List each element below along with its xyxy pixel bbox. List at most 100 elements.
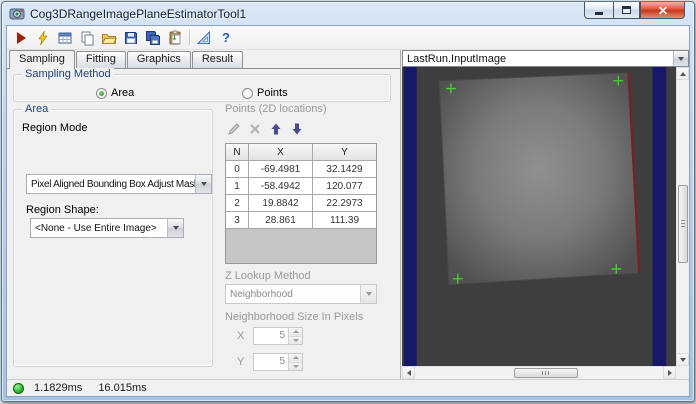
table-row: 1 -58.4942 120.077 — [226, 178, 376, 195]
spinner-down-icon — [292, 338, 299, 342]
scrollbar-corner — [676, 366, 689, 379]
tab-result[interactable]: Result — [191, 51, 244, 68]
points-table: N X Y 0 -69.4981 32.1429 1 -58.4942 120.… — [225, 143, 377, 264]
tab-fitting[interactable]: Fitting — [75, 51, 126, 68]
region-shape-value: <None - Use Entire Image> — [35, 222, 157, 234]
region-shape-combo[interactable]: <None - Use Entire Image> — [30, 218, 184, 238]
display-selection-combo[interactable]: LastRun.InputImage — [402, 50, 689, 67]
image-display-area — [402, 67, 689, 379]
tab-strip: Sampling Fitting Graphics Result — [7, 50, 400, 69]
electric-run-button[interactable] — [32, 27, 54, 48]
minimize-button[interactable] — [584, 2, 613, 19]
neighborhood-y-label: Y — [237, 356, 245, 368]
window-title: Cog3DRangeImagePlaneEstimatorTool1 — [30, 6, 247, 21]
region-mode-combo[interactable]: Pixel Aligned Bounding Box Adjust Mask — [26, 174, 212, 194]
arrow-up-icon — [271, 123, 281, 135]
table-row: 2 19.8842 22.2973 — [226, 195, 376, 212]
cell-n: 0 — [226, 161, 249, 178]
neighborhood-x-stepper: 5 — [253, 327, 303, 345]
region-shape-label: Region Shape: — [26, 204, 99, 216]
cell-n: 1 — [226, 178, 249, 195]
results-grid-icon — [58, 32, 72, 43]
save-all-button[interactable] — [142, 27, 164, 48]
close-icon — [658, 5, 667, 15]
region-mode-value: Pixel Aligned Bounding Box Adjust Mask — [31, 178, 195, 190]
copy-button[interactable] — [76, 27, 98, 48]
scroll-down-icon — [679, 357, 686, 362]
measure-ruler-icon — [196, 30, 210, 44]
table-empty-area — [226, 229, 376, 263]
cell-y: 22.2973 — [313, 195, 376, 212]
measure-button[interactable] — [193, 27, 215, 48]
paste-button[interactable] — [164, 27, 186, 48]
cell-x: -69.4981 — [249, 161, 313, 178]
minimize-icon — [595, 12, 603, 15]
horizontal-scroll-thumb[interactable] — [514, 368, 578, 378]
neighborhood-x-label: X — [237, 330, 245, 342]
col-header-n: N — [226, 144, 249, 161]
stepper-buttons — [288, 328, 302, 344]
cell-n: 3 — [226, 212, 249, 229]
sampling-method-group-label: Sampling Method — [22, 68, 114, 80]
range-image-viewport[interactable] — [402, 67, 676, 366]
close-button[interactable] — [640, 2, 685, 19]
maximize-button[interactable] — [613, 2, 640, 19]
points-group-label: Points (2D locations) — [225, 103, 327, 115]
region-mode-dropdown-button[interactable] — [195, 175, 211, 193]
open-button[interactable] — [98, 27, 120, 48]
titlebar[interactable]: Cog3DRangeImagePlaneEstimatorTool1 — [2, 2, 694, 25]
table-row: 0 -69.4981 32.1429 — [226, 161, 376, 178]
app-window: Cog3DRangeImagePlaneEstimatorTool1 ? Sam… — [1, 1, 695, 402]
spinner-down-icon — [292, 364, 299, 368]
display-selection-value: LastRun.InputImage — [407, 52, 507, 65]
run-tool-button[interactable] — [10, 27, 32, 48]
col-header-y: Y — [313, 144, 376, 161]
status-time-1: 1.1829ms — [34, 382, 83, 394]
area-group-label: Area — [22, 103, 52, 115]
tab-graphics[interactable]: Graphics — [126, 51, 191, 68]
stepper-up-button — [289, 354, 302, 362]
client-area: ? Sampling Fitting Graphics Result Sampl… — [6, 25, 690, 397]
z-lookup-dropdown-button — [360, 285, 376, 303]
z-lookup-label: Z Lookup Method — [225, 270, 311, 282]
paste-clipboard-icon — [169, 30, 181, 44]
points-toolbar — [225, 120, 306, 138]
radio-points[interactable]: Points — [242, 87, 288, 99]
run-icon — [17, 31, 26, 44]
cell-x: -58.4942 — [249, 178, 313, 195]
status-time-2: 16.015ms — [98, 382, 147, 394]
scroll-right-icon — [667, 369, 672, 376]
save-button[interactable] — [120, 27, 142, 48]
scroll-right-button[interactable] — [663, 366, 676, 379]
region-mode-label: Region Mode — [22, 122, 88, 134]
sampling-method-group: Sampling Method Area Points — [13, 68, 391, 102]
scroll-down-button[interactable] — [676, 353, 689, 366]
main-toolbar: ? — [7, 26, 689, 50]
chevron-down-icon — [172, 226, 179, 230]
cell-y: 120.077 — [313, 178, 376, 195]
results-grid-button[interactable] — [54, 27, 76, 48]
cell-x: 28.861 — [249, 212, 313, 229]
area-group: Area Region Mode Pixel Aligned Bounding … — [13, 103, 213, 367]
display-dropdown-button[interactable] — [673, 51, 688, 66]
cell-y: 32.1429 — [313, 161, 376, 178]
caption-buttons — [584, 2, 685, 19]
region-shape-dropdown-button[interactable] — [167, 219, 183, 237]
plane-region — [438, 72, 640, 286]
tab-sampling[interactable]: Sampling — [9, 50, 75, 69]
radio-area[interactable]: Area — [96, 87, 134, 99]
vertical-scrollbar[interactable] — [676, 67, 689, 366]
z-lookup-combo: Neighborhood — [225, 284, 377, 304]
horizontal-scrollbar[interactable] — [402, 366, 676, 379]
scroll-left-button[interactable] — [402, 366, 415, 379]
scroll-up-button[interactable] — [676, 67, 689, 80]
vertical-scroll-thumb[interactable] — [678, 185, 688, 263]
delete-point-button — [246, 120, 264, 138]
delete-x-icon — [250, 124, 260, 134]
help-button[interactable]: ? — [215, 27, 237, 48]
scroll-up-icon — [679, 71, 686, 76]
neighborhood-size-label: Neighborhood Size In Pixels — [225, 311, 364, 323]
image-panel: LastRun.InputImage — [402, 50, 689, 379]
neighborhood-x-value: 5 — [279, 330, 285, 341]
radio-points-label: Points — [257, 87, 288, 99]
